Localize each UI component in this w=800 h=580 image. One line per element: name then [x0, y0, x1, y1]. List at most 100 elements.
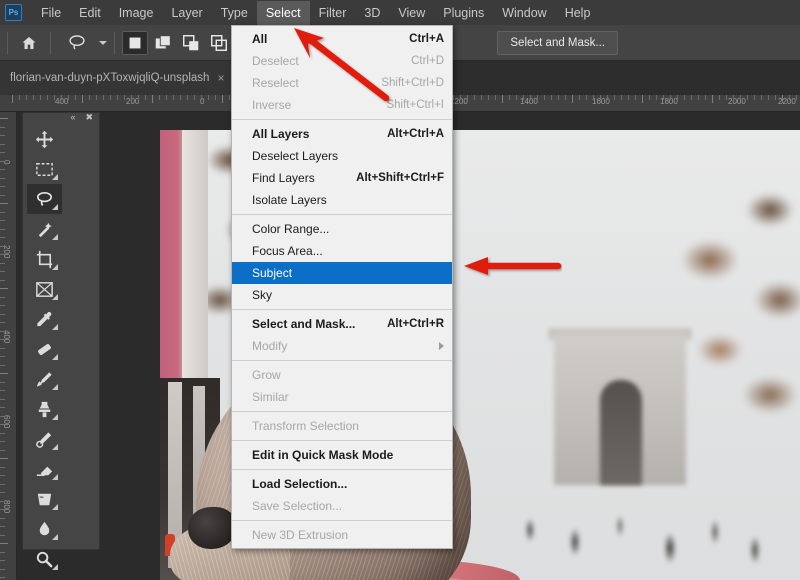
menu-item-new-3d-extrusion[interactable]: New 3D Extrusion [232, 524, 452, 546]
menu-item-deselect-layers[interactable]: Deselect Layers [232, 145, 452, 167]
frame-tool[interactable] [27, 274, 62, 304]
ruler-tick [0, 254, 5, 255]
brush-tool[interactable] [27, 364, 62, 394]
home-icon[interactable] [15, 30, 43, 56]
history-brush-tool[interactable] [27, 424, 62, 454]
document-tab[interactable]: florian-van-duyn-pXToxwjqliQ-unsplash × [0, 61, 235, 95]
ruler-tick [621, 95, 622, 100]
ruler-tick [747, 95, 748, 100]
ruler-tick [0, 305, 5, 306]
subtract-from-selection-button[interactable] [178, 31, 204, 55]
rectangular-marquee-tool[interactable] [27, 154, 62, 184]
menu-window[interactable]: Window [493, 1, 555, 25]
menu-item-shortcut: Shift+Ctrl+I [372, 99, 444, 111]
ruler-tick [0, 390, 5, 391]
ruler-tick [0, 569, 5, 570]
ruler-tick [229, 95, 230, 100]
menu-type[interactable]: Type [212, 1, 257, 25]
new-selection-button[interactable] [122, 31, 148, 55]
ruler-tick [0, 560, 5, 561]
menu-layer[interactable]: Layer [162, 1, 211, 25]
menu-item-load-selection[interactable]: Load Selection... [232, 473, 452, 495]
move-tool[interactable] [27, 124, 62, 154]
menu-item-edit-in-quick-mask-mode[interactable]: Edit in Quick Mask Mode [232, 444, 452, 466]
menu-edit[interactable]: Edit [70, 1, 110, 25]
dodge-tool[interactable] [27, 544, 62, 574]
ruler-tick [600, 95, 601, 100]
ruler-tick [124, 95, 125, 100]
eyedropper-tool[interactable] [27, 304, 62, 334]
menu-item-reselect[interactable]: ReselectShift+Ctrl+D [232, 72, 452, 94]
add-to-selection-button[interactable] [150, 31, 176, 55]
menu-help[interactable]: Help [556, 1, 600, 25]
ruler-tick [0, 178, 5, 179]
ruler-tick [593, 95, 594, 100]
divider [7, 32, 8, 54]
eraser-tool[interactable] [27, 454, 62, 484]
select-and-mask-button[interactable]: Select and Mask... [497, 31, 618, 55]
ruler-tick [0, 135, 5, 136]
select-menu-dropdown[interactable]: AllCtrl+ADeselectCtrl+DReselectShift+Ctr… [231, 25, 453, 549]
menu-item-subject[interactable]: Subject [232, 262, 452, 284]
lasso-tool-icon[interactable] [58, 30, 96, 56]
ruler-tick [691, 95, 692, 100]
menu-3d[interactable]: 3D [355, 1, 389, 25]
menu-item-all[interactable]: AllCtrl+A [232, 28, 452, 50]
lasso-tool[interactable] [27, 184, 62, 214]
menu-item-save-selection[interactable]: Save Selection... [232, 495, 452, 517]
menu-item-grow[interactable]: Grow [232, 364, 452, 386]
blur-tool[interactable] [27, 514, 62, 544]
ruler-tick [0, 186, 5, 187]
menu-separator [232, 360, 452, 361]
menu-item-modify[interactable]: Modify [232, 335, 452, 357]
menu-separator [232, 411, 452, 412]
gradient-tool[interactable] [27, 484, 62, 514]
close-icon[interactable]: × [217, 71, 224, 85]
menu-item-similar[interactable]: Similar [232, 386, 452, 408]
ruler-tick [656, 95, 657, 100]
ruler-tick [761, 95, 762, 100]
collapse-chevrons-icon[interactable]: « [70, 113, 75, 122]
ruler-tick [726, 95, 727, 100]
menu-filter[interactable]: Filter [310, 1, 356, 25]
ruler-tick [586, 95, 587, 100]
menu-image[interactable]: Image [110, 1, 163, 25]
image-white-building [182, 130, 208, 380]
menu-item-transform-selection[interactable]: Transform Selection [232, 415, 452, 437]
ruler-tick [0, 263, 5, 264]
menu-item-all-layers[interactable]: All LayersAlt+Ctrl+A [232, 123, 452, 145]
ruler-tick [26, 95, 27, 100]
close-icon[interactable]: ✖ [85, 113, 93, 122]
ruler-tick [467, 95, 468, 100]
menu-item-color-range[interactable]: Color Range... [232, 218, 452, 240]
menu-item-sky[interactable]: Sky [232, 284, 452, 306]
menu-item-label: All [252, 32, 267, 46]
menu-item-inverse[interactable]: InverseShift+Ctrl+I [232, 94, 452, 116]
menu-item-focus-area[interactable]: Focus Area... [232, 240, 452, 262]
intersect-with-selection-button[interactable] [206, 31, 232, 55]
spot-healing-brush-tool[interactable] [27, 334, 62, 364]
pen-tool[interactable] [27, 574, 62, 580]
ruler-tick [0, 407, 5, 408]
ruler-tick [12, 95, 13, 103]
menu-file[interactable]: File [32, 1, 70, 25]
menu-select[interactable]: Select [257, 1, 310, 25]
ruler-tick [607, 95, 608, 100]
chevron-down-icon[interactable] [99, 41, 107, 45]
ruler-tick [530, 95, 531, 100]
ruler-tick [0, 237, 5, 238]
clone-stamp-tool[interactable] [27, 394, 62, 424]
menu-separator [232, 440, 452, 441]
menu-item-deselect[interactable]: DeselectCtrl+D [232, 50, 452, 72]
menu-item-isolate-layers[interactable]: Isolate Layers [232, 189, 452, 211]
ruler-tick [0, 424, 5, 425]
menu-view[interactable]: View [389, 1, 434, 25]
ruler-tick [565, 95, 566, 100]
menu-item-select-and-mask[interactable]: Select and Mask...Alt+Ctrl+R [232, 313, 452, 335]
menu-plugins[interactable]: Plugins [434, 1, 493, 25]
crop-tool[interactable] [27, 244, 62, 274]
magic-wand-tool[interactable] [27, 214, 62, 244]
ruler-tick [159, 95, 160, 100]
menu-item-label: Select and Mask... [252, 317, 355, 331]
menu-item-find-layers[interactable]: Find LayersAlt+Shift+Ctrl+F [232, 167, 452, 189]
